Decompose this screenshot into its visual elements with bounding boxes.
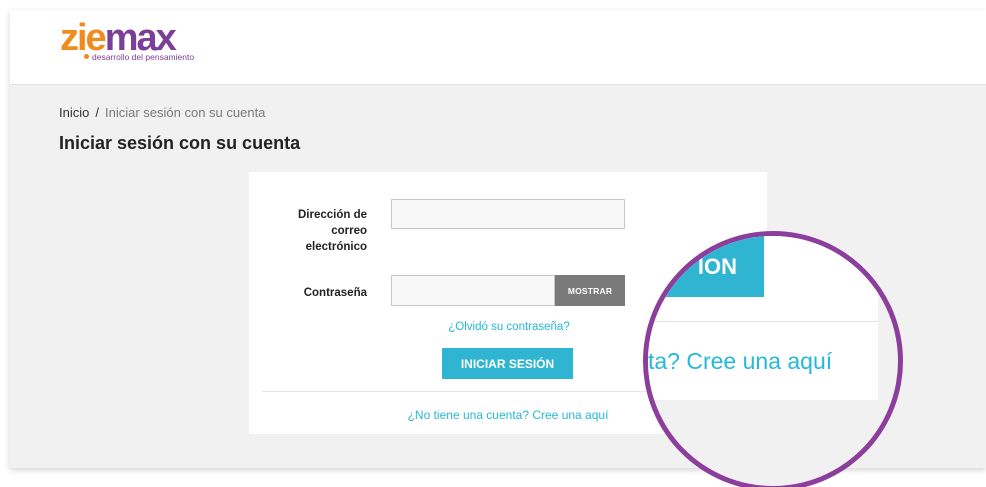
breadcrumb-separator: / — [95, 105, 99, 120]
magnified-divider — [648, 321, 878, 322]
password-field[interactable] — [391, 275, 555, 306]
breadcrumb: Inicio / Iniciar sesión con su cuenta — [59, 105, 265, 120]
show-password-button[interactable]: MOSTRAR — [555, 275, 625, 306]
create-account-link[interactable]: ¿No tiene una cuenta? Cree una aquí — [383, 408, 633, 422]
breadcrumb-home-link[interactable]: Inicio — [59, 105, 89, 120]
magnified-create-account-text: ta? Cree una aquí — [648, 348, 833, 374]
login-button[interactable]: INICIAR SESIÓN — [442, 348, 573, 379]
logo-dot-icon — [84, 54, 89, 59]
site-header: ziemax desarrollo del pensamiento — [10, 10, 986, 85]
page-title: Iniciar sesión con su cuenta — [59, 133, 301, 153]
password-label: Contraseña — [303, 287, 367, 299]
ziemax-logo[interactable]: ziemax desarrollo del pensamiento — [60, 18, 210, 72]
magnified-login-button: ION — [648, 236, 764, 297]
email-field[interactable] — [391, 199, 625, 229]
email-label: Dirección de correo electrónico — [297, 209, 367, 253]
magnifier-callout: ION ta? Cree una aquí — [648, 236, 898, 486]
logo-tagline: desarrollo del pensamiento — [92, 52, 195, 62]
forgot-password-link[interactable]: ¿Olvidó su contraseña? — [429, 321, 589, 333]
breadcrumb-current: Iniciar sesión con su cuenta — [104, 105, 266, 120]
